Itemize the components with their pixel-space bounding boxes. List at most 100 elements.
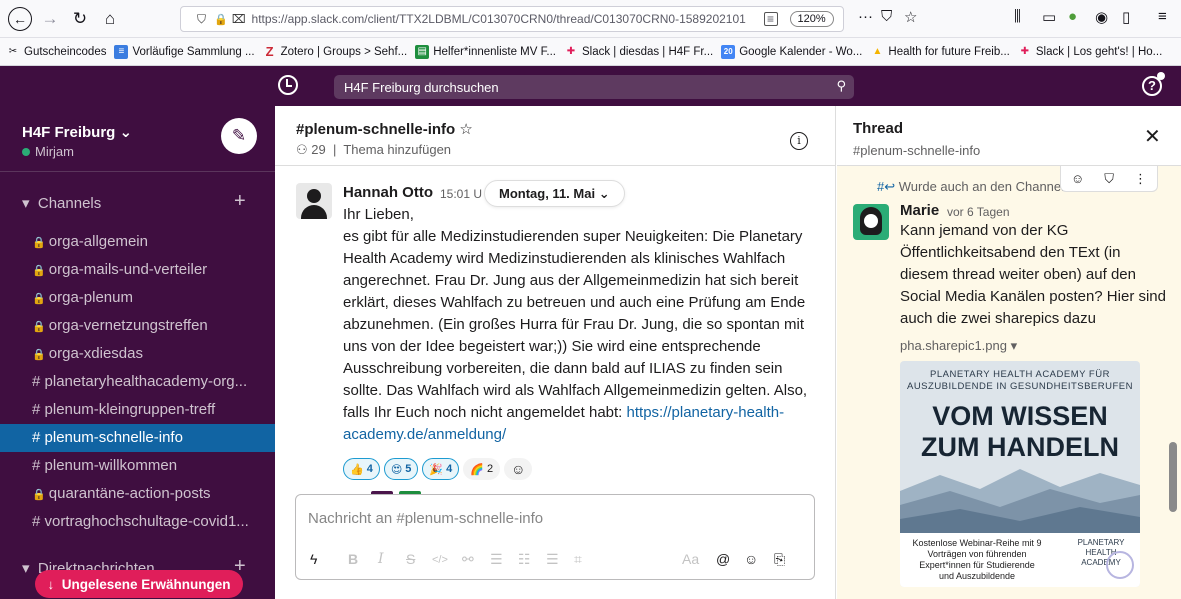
reaction-heart-eyes[interactable]: 😍 5	[383, 458, 419, 480]
reader-view-icon[interactable]: ≡	[763, 12, 778, 26]
workspace-name[interactable]: H4F Freiburg ⌄	[22, 123, 132, 141]
extension-icon[interactable]: ●	[1068, 8, 1077, 25]
message-author[interactable]: Hannah Otto	[343, 184, 433, 201]
code-block-icon[interactable]: ⌗	[574, 551, 582, 568]
address-bar[interactable]: ⛉ 🔒 ⌧ https://app.slack.com/client/TTX2L…	[180, 6, 844, 32]
bookmark-item[interactable]: ✂ Gutscheincodes	[6, 45, 107, 59]
ordered-list-icon[interactable]: ☰	[490, 551, 503, 568]
sidebar-item-plenum-willkommen[interactable]: # plenum-willkommen	[0, 452, 275, 480]
menu-icon[interactable]: ≡	[1158, 8, 1167, 25]
star-icon[interactable]: ☆	[459, 121, 472, 138]
channels-section-header[interactable]: ▾ Channels	[22, 194, 101, 212]
slack-icon: ✚	[566, 46, 576, 57]
attachment-icon[interactable]: ⎘	[774, 551, 785, 568]
compose-button[interactable]: ✎	[221, 118, 257, 154]
link-icon[interactable]: ⚯	[462, 551, 474, 568]
pocket-icon[interactable]: ⛉	[881, 8, 892, 25]
mention-icon[interactable]: @	[716, 551, 730, 567]
bold-icon[interactable]: B	[348, 551, 358, 567]
zoom-level[interactable]: 120%	[789, 11, 834, 27]
thread-header: Thread #plenum-schnelle-info ✕	[837, 106, 1181, 166]
lock-icon: 🔒	[32, 237, 49, 249]
lock-icon[interactable]: 🔒	[214, 13, 228, 26]
bookmark-item[interactable]: ✚ Slack | Los geht's! | Ho...	[1018, 45, 1163, 59]
bookmark-item[interactable]: ✚ Slack | diesdas | H4F Fr...	[564, 45, 713, 59]
more-actions-icon[interactable]: ⋮	[1134, 171, 1147, 187]
sidebar-item-plenum-schnelle-info[interactable]: # plenum-schnelle-info	[0, 424, 275, 452]
formatting-icon[interactable]: Aa	[682, 551, 699, 567]
unread-mentions-button[interactable]: ↓ Ungelesene Erwähnungen	[35, 570, 243, 598]
reload-button[interactable]: ↻	[68, 7, 92, 31]
sharepic-image[interactable]: PLANETARY HEALTH ACADEMY FÜR AUSZUBILDEN…	[900, 361, 1140, 587]
bookmark-item[interactable]: ▲ Health for future Freib...	[870, 45, 1009, 59]
lock-icon: 🔒	[32, 489, 49, 501]
message-timestamp[interactable]: vor 6 Tagen	[947, 205, 1010, 219]
code-icon[interactable]: </>	[432, 554, 448, 566]
history-icon[interactable]	[278, 75, 298, 95]
sidebar-item-orga-mails-und-verteiler[interactable]: 🔒 orga-mails-und-verteiler	[0, 256, 275, 284]
add-channel-button[interactable]: +	[234, 190, 246, 213]
library-icon[interactable]: ⫼	[1014, 8, 1021, 25]
bookmark-item[interactable]: ▤ Helfer*innenliste MV F...	[415, 44, 556, 59]
sharepic-headline: VOM WISSEN ZUM HANDELN	[921, 401, 1119, 462]
message-timestamp[interactable]: 15:01 U	[440, 187, 482, 201]
reaction-thumbsup[interactable]: 👍 4	[343, 458, 380, 480]
avatar[interactable]	[296, 183, 332, 219]
bookmark-item[interactable]: 20 Google Kalender - Wo...	[721, 44, 862, 59]
home-button[interactable]: ⌂	[98, 7, 122, 31]
channel-label: quarantäne-action-posts	[48, 485, 211, 502]
workspace-header[interactable]: H4F Freiburg ⌄ Mirjam ✎	[0, 106, 275, 172]
sidebar-item-orga-xdiesdas[interactable]: 🔒 orga-xdiesdas	[0, 340, 275, 368]
channel-info-icon[interactable]: i	[790, 132, 808, 150]
message-author[interactable]: Marie	[900, 202, 939, 219]
search-input[interactable]: H4F Freiburg durchsuchen ⚲	[334, 75, 854, 99]
thread-scrollbar[interactable]	[1169, 442, 1177, 512]
tracking-shield-icon[interactable]: ⛉	[197, 12, 206, 27]
reaction-rainbow[interactable]: 🌈 2	[463, 458, 501, 480]
sidebar-item-orga-vernetzungstreffen[interactable]: 🔒 orga-vernetzungstreffen	[0, 312, 275, 340]
bullet-list-icon[interactable]: ☷	[518, 551, 531, 568]
emoji-icon[interactable]: ☺	[744, 551, 758, 567]
sidebar-item-plenum-kleingruppen-treff[interactable]: # plenum-kleingruppen-treff	[0, 396, 275, 424]
permissions-icon[interactable]: ⌧	[232, 12, 246, 26]
account-icon[interactable]: ◉	[1095, 8, 1108, 26]
hash-icon: #	[32, 513, 45, 530]
screenshot-icon[interactable]: ▯	[1122, 8, 1130, 26]
blockquote-icon[interactable]: ☰	[546, 551, 559, 568]
sidebar-item-orga-plenum[interactable]: 🔒 orga-plenum	[0, 284, 275, 312]
bookmark-star-icon[interactable]: ☆	[904, 8, 917, 26]
shortcuts-icon[interactable]: ϟ	[310, 551, 317, 567]
sidebar-item-planetaryhealthacademy-org[interactable]: # planetaryhealthacademy-org...	[0, 368, 275, 396]
add-reaction-icon[interactable]: ☺	[504, 458, 533, 480]
message-body: Ihr Lieben, es gibt für alle Medizinstud…	[343, 204, 825, 446]
sidebar-item-orga-allgemein[interactable]: 🔒 orga-allgemein	[0, 228, 275, 256]
channel-title[interactable]: #plenum-schnelle-info ☆	[296, 120, 473, 138]
message-composer[interactable]: Nachricht an #plenum-schnelle-info ϟ B I…	[295, 494, 815, 580]
strikethrough-icon[interactable]: S	[406, 551, 415, 567]
calendar-icon: 20	[721, 44, 736, 59]
members-icon[interactable]: ⚇	[296, 142, 308, 157]
hash-icon: #	[32, 373, 45, 390]
bookmark-icon[interactable]: ⛉	[1104, 171, 1114, 187]
bookmark-item[interactable]: Z Zotero | Groups > Sehf...	[263, 44, 408, 59]
url-text[interactable]: https://app.slack.com/client/TTX2LDBML/C…	[252, 12, 760, 26]
sidebar-toggle-icon[interactable]: ▭	[1042, 8, 1056, 26]
close-icon[interactable]: ✕	[1144, 124, 1161, 149]
member-count[interactable]: 29	[311, 142, 325, 157]
bookmark-item[interactable]: ≡ Vorläufige Sammlung ...	[114, 44, 255, 59]
reaction-tada[interactable]: 🎉 4	[422, 458, 460, 480]
sidebar-item-vortraghochschultage-covid1[interactable]: # vortraghochschultage-covid1...	[0, 508, 275, 536]
date-divider[interactable]: Montag, 11. Mai ⌄	[484, 180, 625, 207]
add-reaction-icon[interactable]: ☺	[1071, 171, 1084, 186]
sidebar: H4F Freiburg ⌄ Mirjam ✎ ▾ Channels + 🔒 o…	[0, 106, 275, 599]
italic-icon[interactable]: I	[378, 551, 384, 567]
page-actions-icon[interactable]: ···	[858, 8, 873, 25]
lock-icon: 🔒	[32, 321, 49, 333]
file-name[interactable]: pha.sharepic1.png ▾	[900, 338, 1017, 354]
sidebar-item-quarant-ne-action-posts[interactable]: 🔒 quarantäne-action-posts	[0, 480, 275, 508]
back-button[interactable]: ←	[8, 6, 32, 31]
avatar[interactable]	[853, 204, 889, 240]
forward-button[interactable]: →	[38, 7, 62, 31]
thread-channel[interactable]: #plenum-schnelle-info	[853, 143, 980, 158]
add-topic-link[interactable]: Thema hinzufügen	[343, 142, 451, 157]
